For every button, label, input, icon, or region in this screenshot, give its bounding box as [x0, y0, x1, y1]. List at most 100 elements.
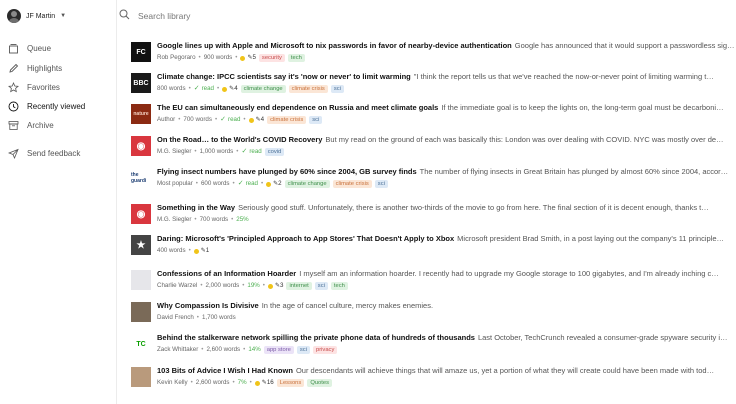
article-title[interactable]: Flying insect numbers have plunged by 60…	[157, 167, 417, 176]
read-progress: 7%	[237, 379, 247, 386]
list-item[interactable]: nature The EU can simultaneously end depe…	[131, 102, 736, 132]
highlight-count[interactable]: ✎ 4	[248, 115, 264, 125]
list-item[interactable]: BBC Climate change: IPCC scientists say i…	[131, 71, 736, 101]
avatar[interactable]	[7, 9, 21, 23]
highlight-count[interactable]: ✎ 4	[222, 84, 238, 94]
article-excerpt: In the age of cancel culture, mercy make…	[261, 301, 434, 310]
list-item[interactable]: Why Compassion Is Divisive In the age of …	[131, 300, 736, 330]
user-name[interactable]: JF Martin	[26, 13, 55, 20]
article-author: M.G. Siegler	[157, 148, 192, 155]
list-item[interactable]: ◉ On the Road… to the World's COVID Recov…	[131, 134, 736, 164]
article-excerpt: "I think the report tells us that we've …	[413, 72, 714, 81]
list-item[interactable]: Confessions of an Information Hoarder I m…	[131, 268, 736, 298]
article-thumbnail[interactable]	[131, 270, 151, 290]
tag[interactable]: sci	[314, 282, 328, 290]
article-excerpt: Seriously good stuff. Unfortunately, the…	[238, 203, 709, 212]
article-thumbnail[interactable]: ★	[131, 235, 151, 255]
nav-label: Highlights	[27, 63, 63, 73]
tag[interactable]: climate change	[240, 85, 286, 93]
article-excerpt: If the immediate goal is to keep the lig…	[441, 103, 724, 112]
highlight-dot-icon	[254, 380, 260, 386]
account-menu[interactable]: JF Martin ▼	[7, 7, 66, 25]
article-title[interactable]: The EU can simultaneously end dependence…	[157, 103, 438, 112]
tag[interactable]: privacy	[312, 346, 338, 354]
read-progress: 19%	[247, 282, 260, 289]
word-count: 2,000 words	[205, 282, 240, 289]
highlight-count[interactable]: ✎ 3	[267, 281, 283, 291]
tag[interactable]: climate crisis	[288, 85, 328, 93]
tag[interactable]: Quotes	[307, 379, 333, 387]
highlight-count[interactable]: ✎ 16	[254, 378, 274, 388]
article-thumbnail[interactable]: FC	[131, 42, 151, 62]
list-item[interactable]: ◉ Something in the Way Seriously good stuf…	[131, 202, 736, 232]
article-thumbnail[interactable]	[131, 367, 151, 387]
tag[interactable]: security	[258, 54, 285, 62]
article-title[interactable]: Confessions of an Information Hoarder	[157, 269, 296, 278]
separator: •	[236, 148, 239, 155]
search-input[interactable]	[138, 11, 438, 21]
highlight-count[interactable]: ✎ 1	[193, 246, 209, 256]
article-thumbnail[interactable]: TC	[131, 334, 151, 354]
separator: •	[214, 116, 218, 123]
article-thumbnail[interactable]: the guardi	[131, 168, 151, 188]
nav-item-favorites[interactable]: Favorites	[7, 80, 60, 94]
read-progress: 14%	[248, 346, 261, 353]
article-thumbnail[interactable]: BBC	[131, 73, 151, 93]
separator: •	[217, 85, 220, 92]
check-icon: ✓	[193, 85, 200, 92]
tag[interactable]: tech	[287, 54, 305, 62]
list-item[interactable]: ★ Daring: Microsoft's 'Principled Approac…	[131, 233, 736, 263]
list-item[interactable]: 103 Bits of Advice I Wish I Had Known Our…	[131, 365, 736, 395]
article-title[interactable]: 103 Bits of Advice I Wish I Had Known	[157, 366, 293, 375]
search-icon[interactable]	[119, 7, 130, 25]
article-thumbnail[interactable]: nature	[131, 104, 151, 124]
article-author: Most popular	[157, 180, 193, 187]
list-item[interactable]: FC Google lines up with Apple and Microso…	[131, 40, 736, 70]
article-title[interactable]: Daring: Microsoft's 'Principled Approach…	[157, 234, 454, 243]
nav-item-archive[interactable]: Archive	[7, 118, 54, 132]
list-item[interactable]: the guardi Flying insect numbers have plu…	[131, 166, 736, 196]
tag[interactable]: tech	[330, 282, 348, 290]
nav-item-send-feedback[interactable]: Send feedback	[7, 146, 80, 160]
sidebar: JF Martin ▼ Queue Highlights Favorites R…	[0, 0, 117, 404]
tag[interactable]: climate change	[284, 180, 330, 188]
article-excerpt: Google has announced that it would suppo…	[514, 41, 736, 50]
article-title[interactable]: Something in the Way	[157, 203, 235, 212]
tag[interactable]: internet	[286, 282, 312, 290]
clock-icon	[7, 100, 19, 112]
nav-item-recently-viewed[interactable]: Recently viewed	[7, 99, 85, 113]
chevron-down-icon[interactable]: ▼	[60, 13, 66, 19]
highlight-dot-icon	[240, 55, 246, 61]
tag[interactable]: climate crisis	[267, 116, 307, 124]
tag[interactable]: Lessons	[276, 379, 305, 387]
word-count: 1,700 words	[201, 314, 236, 321]
list-item[interactable]: TC Behind the stalkerware network spillin…	[131, 332, 736, 362]
article-author: Author	[157, 116, 176, 123]
article-excerpt: The number of flying insects in Great Br…	[419, 167, 729, 176]
article-title[interactable]: On the Road… to the World's COVID Recove…	[157, 135, 322, 144]
tag[interactable]: climate crisis	[332, 180, 372, 188]
article-title[interactable]: Why Compassion Is Divisive	[157, 301, 259, 310]
word-count: 600 words	[200, 180, 230, 187]
nav-item-highlights[interactable]: Highlights	[7, 61, 62, 75]
nav-item-queue[interactable]: Queue	[7, 41, 51, 55]
separator: •	[194, 216, 197, 223]
tag[interactable]: sci	[374, 180, 388, 188]
article-thumbnail[interactable]: ◉	[131, 204, 151, 224]
tag[interactable]: covid	[264, 148, 285, 156]
article-title[interactable]: Google lines up with Apple and Microsoft…	[157, 41, 512, 50]
article-title[interactable]: Behind the stalkerware network spilling …	[157, 333, 475, 342]
article-thumbnail[interactable]	[131, 302, 151, 322]
tag[interactable]: sci	[330, 85, 344, 93]
separator: •	[243, 346, 246, 353]
tag[interactable]: sci	[296, 346, 310, 354]
article-excerpt: Our descendants will achieve things that…	[295, 366, 715, 375]
tag[interactable]: app store	[263, 346, 294, 354]
read-progress: 25%	[236, 216, 249, 223]
word-count: 700 words	[183, 116, 212, 123]
article-title[interactable]: Climate change: IPCC scientists say it's…	[157, 72, 411, 81]
highlight-count[interactable]: ✎ 5	[240, 53, 256, 63]
article-thumbnail[interactable]: ◉	[131, 136, 151, 156]
highlight-count[interactable]: ✎ 2	[266, 179, 282, 189]
tag[interactable]: sci	[309, 116, 323, 124]
